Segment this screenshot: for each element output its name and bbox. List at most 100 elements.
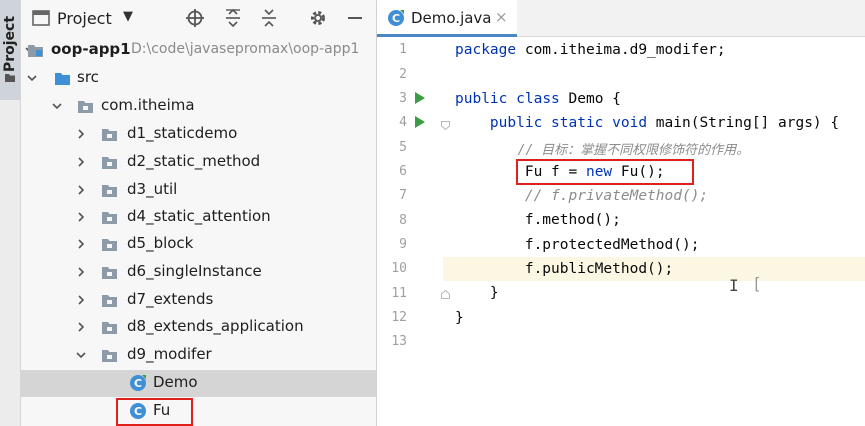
run-icon[interactable] <box>415 92 425 104</box>
chevron-right-icon[interactable] <box>74 265 88 279</box>
java-class-icon: C <box>388 10 404 26</box>
line-number: 5 <box>399 140 407 155</box>
folder-icon <box>5 74 15 82</box>
package-icon <box>102 267 117 279</box>
tree-item-label: d7_extends <box>127 290 214 308</box>
chevron-right-icon[interactable] <box>74 155 88 169</box>
editor-tab-bar: C Demo.java × <box>377 0 865 37</box>
tree-item-label: oop-app1 <box>51 40 131 58</box>
chevron-right-icon[interactable] <box>74 183 88 197</box>
svg-text:C: C <box>134 377 142 390</box>
code-line: f.method(); <box>455 212 621 228</box>
tree-item-package[interactable]: d3_util <box>21 177 376 204</box>
tree-item-src[interactable]: src <box>21 65 376 92</box>
tree-item-label: d6_singleInstance <box>127 262 262 280</box>
chevron-right-icon[interactable] <box>74 127 88 141</box>
tab-demo-java[interactable]: C Demo.java × <box>377 0 517 37</box>
tree-item-label: com.itheima <box>101 96 195 114</box>
text-cursor: I <box>729 276 739 295</box>
line-number: 1 <box>399 42 407 57</box>
project-tool-tab[interactable]: Project <box>0 0 20 100</box>
gear-icon[interactable] <box>308 8 328 28</box>
chevron-down-icon[interactable] <box>74 348 88 362</box>
line-number: 3 <box>399 91 407 106</box>
svg-text:C: C <box>392 12 400 25</box>
java-class-icon: C <box>130 375 146 391</box>
line-number: 4 <box>399 115 407 130</box>
line-number: 10 <box>391 261 407 276</box>
keyword: public <box>455 91 508 107</box>
package-icon <box>102 295 117 307</box>
chevron-down-icon[interactable]: ▼ <box>123 9 133 24</box>
line-number: 9 <box>399 237 407 252</box>
tree-item-package[interactable]: d1_staticdemo <box>21 121 376 148</box>
tree-item-package[interactable]: d5_block <box>21 231 376 258</box>
code-text: Demo { <box>568 91 621 107</box>
tree-item-package[interactable]: d2_static_method <box>21 149 376 176</box>
locate-icon[interactable] <box>185 8 205 28</box>
module-folder-icon <box>28 45 43 57</box>
chevron-down-icon[interactable] <box>25 71 39 85</box>
code-line: } <box>455 285 499 301</box>
package-icon <box>102 350 117 362</box>
code-line: public static void main(String[] args) { <box>455 115 839 131</box>
keyword: public static void <box>489 115 648 131</box>
code-line: public class Demo { <box>455 91 621 107</box>
fold-icon[interactable] <box>441 290 450 299</box>
run-icon[interactable] <box>415 116 425 128</box>
fold-icon[interactable] <box>441 121 450 130</box>
tree-item-label: d5_block <box>127 234 194 252</box>
collapse-all-icon[interactable] <box>259 8 279 28</box>
keyword: package <box>455 42 517 58</box>
package-icon <box>78 101 93 113</box>
code-highlight-box <box>516 159 694 185</box>
code-line: f.publicMethod(); <box>455 261 674 277</box>
hide-panel-icon[interactable] <box>345 8 365 28</box>
tree-item-label: d1_staticdemo <box>127 124 238 142</box>
text-cursor-ghost: [ <box>752 274 762 293</box>
line-number: 11 <box>391 286 407 301</box>
tree-item-package[interactable]: d9_modifer <box>21 342 376 369</box>
project-panel-header: Project ▼ <box>21 0 376 36</box>
tree-item-module[interactable]: oop-app1 D:\code\javasepromax\oop-app1 <box>21 37 376 64</box>
tree-item-package[interactable]: d4_static_attention <box>21 204 376 231</box>
package-icon <box>102 322 117 334</box>
source-folder-icon <box>55 73 70 85</box>
tree-item-label: d8_extends_application <box>127 317 304 335</box>
code-line: } <box>455 310 464 326</box>
tree-item-package[interactable]: d7_extends <box>21 287 376 314</box>
chevron-right-icon[interactable] <box>74 293 88 307</box>
line-number: 2 <box>399 67 407 82</box>
tree-item-label: d3_util <box>127 180 178 198</box>
line-number: 6 <box>399 164 407 179</box>
project-view-icon <box>32 10 50 26</box>
tree-item-class-fu[interactable]: C Fu <box>21 398 376 425</box>
tool-window-strip: Project <box>0 0 21 426</box>
code-text: com.itheima.d9_modifer; <box>524 42 726 58</box>
tree-item-class-demo[interactable]: C Demo <box>21 370 376 397</box>
line-number: 8 <box>399 213 407 228</box>
editor-gutter: 1 2 3 4 5 6 7 8 9 10 11 12 13 <box>377 37 450 426</box>
code-editor: C Demo.java × 1 2 3 4 5 6 7 8 9 10 11 12… <box>377 0 865 426</box>
chevron-right-icon[interactable] <box>74 320 88 334</box>
tree-item-label: d9_modifer <box>127 345 212 363</box>
tree-item-package[interactable]: d6_singleInstance <box>21 259 376 286</box>
keyword: class <box>516 91 560 107</box>
chevron-right-icon[interactable] <box>74 237 88 251</box>
module-path: D:\code\javasepromax\oop-app1 <box>131 41 360 57</box>
tree-item-package[interactable]: com.itheima <box>21 93 376 120</box>
tab-label: Demo.java <box>411 9 492 27</box>
project-panel: Project ▼ oop-app1 D:\code\javasepromax\… <box>21 0 377 426</box>
fu-highlight-box <box>116 398 193 426</box>
project-view-selector[interactable]: Project <box>57 9 112 28</box>
close-icon[interactable]: × <box>495 8 508 26</box>
code-line: f.protectedMethod(); <box>455 237 700 253</box>
tree-item-package[interactable]: d8_extends_application <box>21 314 376 341</box>
tree-item-label: src <box>77 68 99 86</box>
package-icon <box>102 239 117 251</box>
chevron-right-icon[interactable] <box>74 210 88 224</box>
code-text: main(String[] args) { <box>655 115 840 131</box>
chevron-down-icon[interactable] <box>50 99 64 113</box>
line-number: 12 <box>391 310 407 325</box>
expand-all-icon[interactable] <box>223 8 243 28</box>
